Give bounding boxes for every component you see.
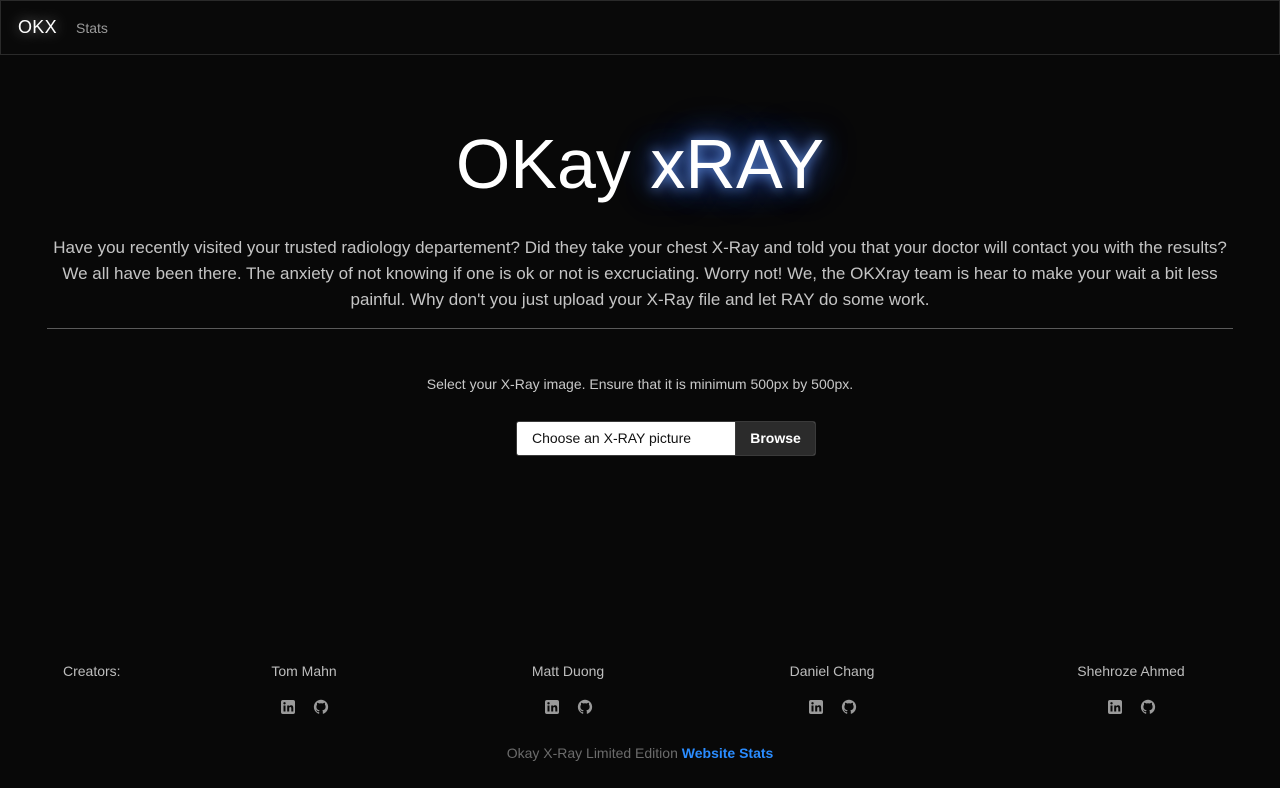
footer-note-text: Okay X-Ray Limited Edition: [506, 745, 678, 761]
creator-icons: [544, 699, 594, 717]
upload-hint: Select your X-Ray image. Ensure that it …: [426, 376, 854, 392]
top-navbar: OKX Stats: [0, 0, 1280, 55]
github-icon[interactable]: [841, 699, 857, 715]
creator-name: Matt Duong: [531, 663, 605, 679]
title-part-2: xRAY: [650, 125, 825, 203]
file-input-label: Choose an X-RAY picture: [532, 430, 692, 446]
github-icon[interactable]: [313, 699, 329, 715]
creator-name: Daniel Chang: [789, 663, 875, 679]
creator-icons: [280, 699, 330, 717]
intro-paragraph: Have you recently visited your trusted r…: [53, 238, 1227, 309]
creator-name: Tom Mahn: [271, 663, 337, 679]
browse-button[interactable]: Browse: [735, 422, 815, 455]
linkedin-icon[interactable]: [280, 699, 296, 715]
linkedin-icon[interactable]: [808, 699, 824, 715]
creator-name: Shehroze Ahmed: [1077, 663, 1185, 679]
divider: [47, 328, 1233, 329]
github-icon[interactable]: [1140, 699, 1156, 715]
page-title: OKay xRAY: [0, 122, 1280, 206]
nav-link-stats[interactable]: Stats: [76, 20, 108, 36]
creator-icons: [808, 699, 858, 717]
title-part-1: OKay: [455, 125, 651, 203]
brand-logo[interactable]: OKX: [18, 17, 57, 38]
xray-file-input[interactable]: Choose an X-RAY picture Browse: [516, 421, 816, 456]
footer-note: Okay X-Ray Limited Edition Website Stats: [0, 745, 1280, 761]
website-stats-link[interactable]: Website Stats: [682, 745, 774, 761]
creator-icons: [1107, 699, 1157, 717]
creators-label: Creators:: [63, 663, 121, 679]
linkedin-icon[interactable]: [544, 699, 560, 715]
github-icon[interactable]: [577, 699, 593, 715]
linkedin-icon[interactable]: [1107, 699, 1123, 715]
